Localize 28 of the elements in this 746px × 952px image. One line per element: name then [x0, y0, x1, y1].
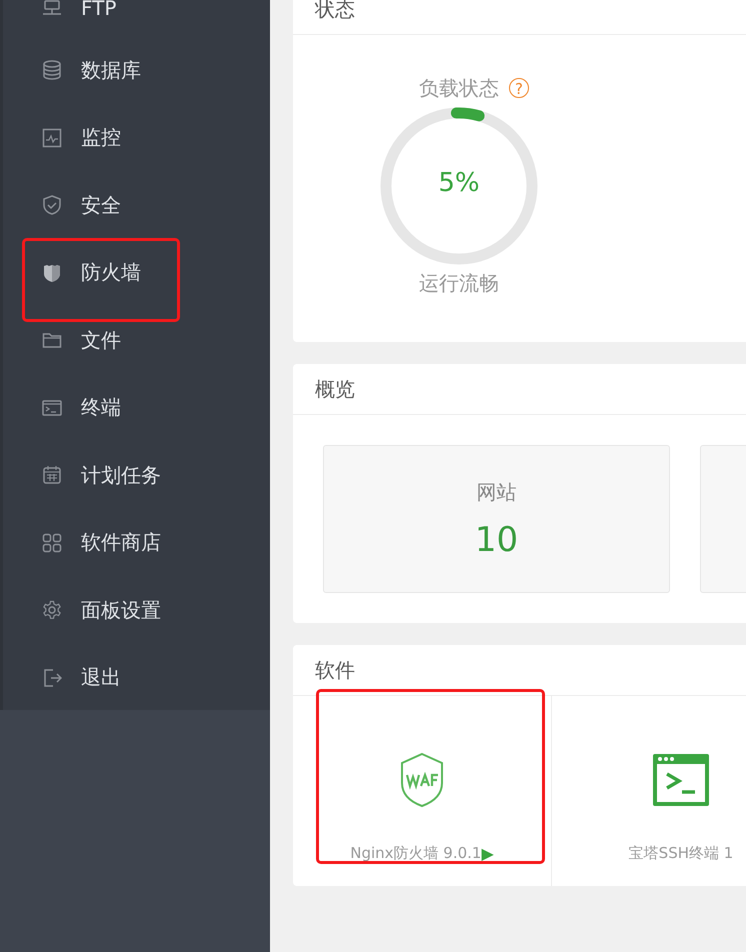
- calendar-icon: [42, 465, 62, 486]
- stat-label: 网站: [476, 478, 516, 506]
- sidebar-item[interactable]: 退出: [81, 664, 121, 692]
- database-icon: [42, 60, 62, 80]
- sidebar-item[interactable]: 终端: [81, 394, 121, 422]
- sidebar-item[interactable]: 安全: [81, 192, 121, 219]
- sidebar-item[interactable]: 软件商店: [81, 529, 161, 556]
- sidebar-item[interactable]: 计划任务: [81, 462, 161, 489]
- settings-icon: [42, 600, 62, 620]
- sidebar-item[interactable]: 防火墙: [81, 259, 141, 286]
- sidebar-item[interactable]: FTP: [81, 0, 116, 20]
- logout-icon: [42, 668, 62, 688]
- gauge-caption: 运行流畅: [419, 270, 499, 297]
- gauge-title: 负载状态: [419, 74, 499, 102]
- sidebar-item[interactable]: 面板设置: [81, 596, 161, 624]
- gauge-value: 5%: [437, 168, 481, 198]
- chart-icon: [42, 128, 62, 148]
- sidebar-item[interactable]: 监控: [81, 124, 121, 152]
- sidebar-item[interactable]: 文件: [81, 326, 121, 354]
- card-title: 软件: [293, 645, 746, 696]
- shield-check-icon: [42, 195, 62, 216]
- stat-value: 10: [474, 520, 518, 560]
- terminal-icon: [42, 398, 62, 418]
- network-icon: [42, 0, 62, 18]
- sidebar-item[interactable]: 数据库: [81, 56, 141, 84]
- shield-icon: [42, 262, 62, 283]
- card-title: 概览: [293, 364, 746, 415]
- grid-icon: [42, 532, 62, 553]
